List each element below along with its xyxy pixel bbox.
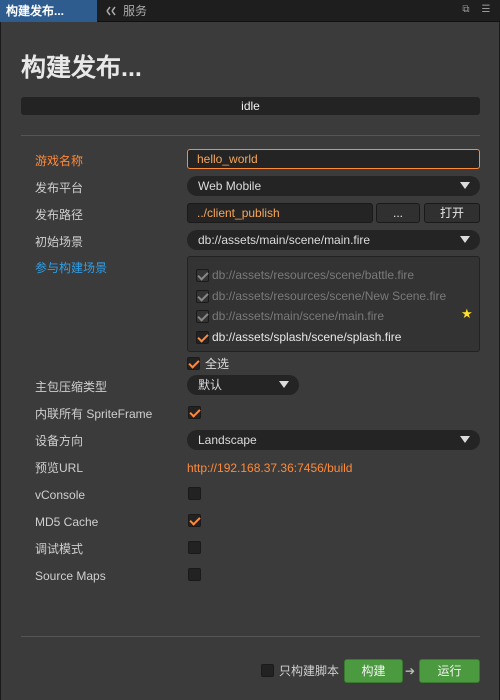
platform-select[interactable]: Web Mobile	[187, 176, 480, 196]
chevron-down-icon	[460, 236, 470, 243]
divider-bottom	[21, 636, 480, 637]
orientation-value: Landscape	[198, 433, 257, 447]
debug-mode-label: 调试模式	[35, 542, 84, 556]
compression-select[interactable]: 默认	[187, 375, 299, 395]
scene-checkbox[interactable]	[196, 290, 209, 303]
tab-build-publish[interactable]: 构建发布...	[0, 0, 97, 22]
scene-path: db://assets/resources/scene/New Scene.fi…	[212, 289, 447, 303]
debug-mode-checkbox[interactable]	[188, 541, 201, 554]
popout-icon[interactable]: ⧉	[460, 4, 472, 16]
inline-spriteframe-checkbox[interactable]	[188, 406, 201, 419]
source-maps-checkbox[interactable]	[188, 568, 201, 581]
game-name-label: 游戏名称	[35, 154, 84, 168]
build-script-only-label: 只构建脚本	[279, 664, 340, 678]
build-path-label: 发布路径	[35, 208, 84, 222]
page-title: 构建发布...	[21, 54, 142, 82]
menu-icon[interactable]: ☰	[480, 4, 492, 16]
included-scenes-list: db://assets/resources/scene/battle.fire …	[187, 256, 480, 352]
arrow-right-icon: ➔	[405, 664, 416, 678]
tab-services[interactable]: 服务	[106, 0, 147, 22]
vconsole-checkbox[interactable]	[188, 487, 201, 500]
preview-url-label: 预览URL	[35, 461, 84, 475]
scene-path: db://assets/resources/scene/battle.fire	[212, 268, 415, 282]
build-script-only-checkbox[interactable]	[261, 664, 274, 677]
orientation-select[interactable]: Landscape	[187, 430, 480, 450]
orientation-label: 设备方向	[35, 434, 84, 448]
chevron-down-icon	[460, 436, 470, 443]
scene-checkbox[interactable]	[196, 310, 209, 323]
included-scenes-label: 参与构建场景	[35, 261, 108, 275]
open-folder-button[interactable]: 打开	[424, 203, 480, 223]
chevron-down-icon	[279, 381, 289, 388]
compression-value: 默认	[198, 378, 223, 392]
build-path-input[interactable]: ../client_publish	[187, 203, 373, 223]
browse-button[interactable]: ...	[376, 203, 420, 223]
game-name-input[interactable]: hello_world	[187, 149, 480, 169]
md5-cache-checkbox[interactable]	[188, 514, 201, 527]
inline-spriteframe-label: 内联所有 SpriteFrame	[35, 407, 153, 421]
build-panel: 构建发布... idle 游戏名称 hello_world 发布平台 Web M…	[0, 22, 500, 700]
scene-checkbox[interactable]	[196, 331, 209, 344]
platform-label: 发布平台	[35, 181, 84, 195]
service-icon	[106, 6, 116, 16]
run-button[interactable]: 运行	[419, 659, 480, 683]
build-button[interactable]: 构建	[344, 659, 403, 683]
divider-top	[21, 135, 480, 136]
star-icon: ★	[461, 306, 473, 321]
tab-services-label: 服务	[123, 4, 148, 18]
start-scene-select[interactable]: db://assets/main/scene/main.fire	[187, 230, 480, 250]
build-status-bar: idle	[21, 97, 480, 115]
tab-bar: 构建发布... 服务 ⧉ ☰	[0, 0, 500, 22]
select-all-label: 全选	[205, 357, 230, 371]
start-scene-value: db://assets/main/scene/main.fire	[198, 233, 371, 247]
vconsole-label: vConsole	[35, 488, 86, 502]
scene-path: db://assets/main/scene/main.fire	[212, 309, 385, 323]
scene-checkbox[interactable]	[196, 269, 209, 282]
select-all-checkbox[interactable]	[187, 357, 200, 370]
preview-url-link[interactable]: http://192.168.37.36:7456/build	[187, 461, 352, 475]
compression-label: 主包压缩类型	[35, 380, 108, 394]
md5-cache-label: MD5 Cache	[35, 515, 99, 529]
scene-path: db://assets/splash/scene/splash.fire	[212, 330, 402, 344]
source-maps-label: Source Maps	[35, 569, 106, 583]
chevron-down-icon	[460, 182, 470, 189]
platform-value: Web Mobile	[198, 179, 262, 193]
start-scene-label: 初始场景	[35, 235, 84, 249]
